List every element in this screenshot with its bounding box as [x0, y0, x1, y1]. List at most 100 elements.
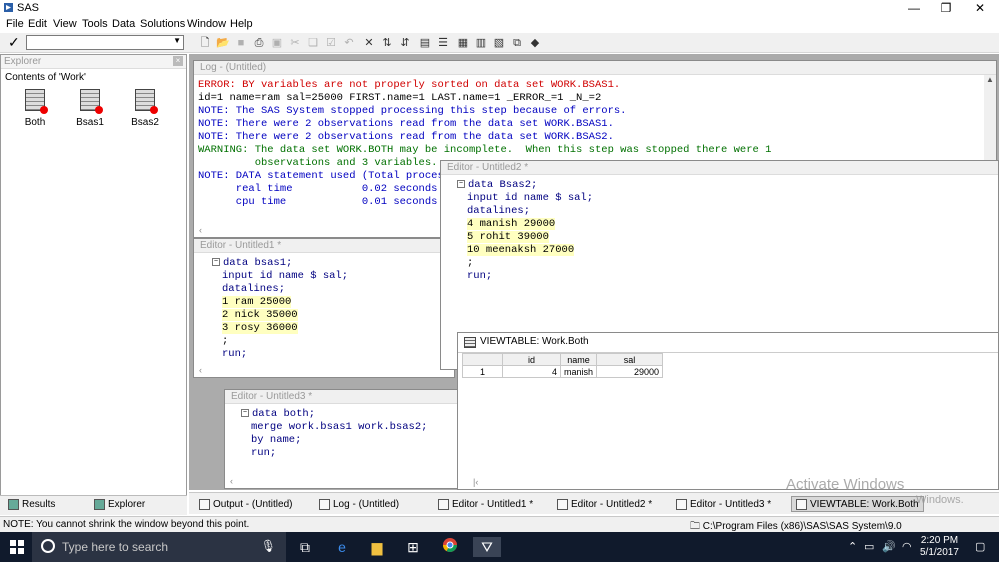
sas-app-icon	[4, 3, 13, 12]
tab-results[interactable]: Results	[8, 499, 55, 510]
tile-icon[interactable]: ▦	[455, 35, 471, 51]
code-line: data both;	[252, 408, 316, 420]
network-icon[interactable]: ▭	[864, 540, 874, 553]
viewtable-hscroll[interactable]: |‹	[468, 477, 478, 489]
tab-viewtable[interactable]: VIEWTABLE: Work.Both	[791, 496, 924, 512]
clock[interactable]: 2:20 PM 5/1/2017	[920, 535, 959, 559]
editor3-hscroll[interactable]: ‹	[225, 476, 233, 488]
notifications-icon[interactable]: ▢	[975, 540, 985, 553]
menu-window[interactable]: Window	[187, 18, 226, 30]
viewtable-window[interactable]: VIEWTABLE: Work.Both id name sal 1 4 man…	[457, 332, 999, 490]
cell-id[interactable]: 4	[502, 365, 561, 378]
zoom-icon[interactable]: ⧉	[509, 35, 525, 51]
microphone-icon[interactable]: 🎙	[261, 539, 276, 553]
editor1-code[interactable]: − data bsas1; input id name $ sal; datali…	[194, 253, 454, 361]
list-icon[interactable]: ☰	[435, 35, 451, 51]
properties-icon[interactable]: ▥	[473, 35, 489, 51]
row-number[interactable]: 1	[462, 365, 503, 378]
windows-start-icon[interactable]	[10, 540, 24, 554]
close-icon[interactable]: ×	[173, 56, 183, 66]
sort-descending-icon[interactable]: ⇵	[397, 35, 413, 51]
taskbar-search[interactable]: Type here to search 🎙	[32, 532, 286, 562]
column-header-name[interactable]: name	[559, 353, 598, 366]
copy-icon[interactable]: ❏	[305, 35, 321, 51]
command-box[interactable]: ▼	[26, 35, 184, 50]
log-line: WARNING: The data set WORK.BOTH may be i…	[198, 144, 772, 156]
new-icon[interactable]: 🗋	[197, 35, 213, 51]
undo-icon[interactable]: ↶	[341, 35, 357, 51]
chevron-up-icon[interactable]: ⌃	[848, 540, 857, 553]
save-icon[interactable]: ■	[233, 35, 249, 51]
task-view-icon[interactable]: ⧉	[295, 537, 315, 557]
dataset-label: Bsas2	[131, 117, 159, 128]
cell-sal[interactable]: 29000	[596, 365, 664, 378]
details-icon[interactable]: ▤	[417, 35, 433, 51]
sas-taskbar-icon[interactable]: ⛛	[473, 537, 501, 557]
fold-icon[interactable]: −	[212, 258, 220, 267]
dataset-label: Both	[24, 117, 46, 128]
editor2-code[interactable]: − data Bsas2; input id name $ sal; datali…	[441, 175, 998, 283]
editor3-window[interactable]: Editor - Untitled3 * − data both; merge w…	[224, 389, 462, 489]
restore-icon[interactable]: ❐	[930, 0, 962, 16]
code-line: 2 nick 35000	[222, 309, 298, 321]
minimize-icon[interactable]: —	[898, 0, 930, 16]
dataset-both[interactable]: Both	[15, 89, 55, 128]
tab-editor2[interactable]: Editor - Untitled2 *	[557, 496, 652, 512]
tab-editor1[interactable]: Editor - Untitled1 *	[438, 496, 533, 512]
editor1-window[interactable]: Editor - Untitled1 * − data bsas1; input …	[193, 238, 455, 378]
column-header-sal[interactable]: sal	[596, 353, 664, 366]
menu-data[interactable]: Data	[112, 18, 135, 30]
tab-log[interactable]: Log - (Untitled)	[319, 496, 399, 512]
row-number-header	[462, 353, 503, 366]
column-header-id[interactable]: id	[502, 353, 561, 366]
print-icon[interactable]: ⎙	[251, 35, 267, 51]
code-line: input id name $ sal;	[467, 192, 594, 204]
code-line: input id name $ sal;	[222, 270, 349, 282]
menu-file[interactable]: File	[6, 18, 24, 30]
submit-check-icon[interactable]: ✓	[8, 34, 20, 51]
table-header-row: id name sal	[462, 353, 664, 366]
delete-icon[interactable]: ✕	[361, 35, 377, 51]
edge-icon[interactable]: e	[332, 537, 352, 557]
fold-icon[interactable]: −	[457, 180, 465, 189]
sort-ascending-icon[interactable]: ⇅	[379, 35, 395, 51]
dataset-bsas2[interactable]: Bsas2	[125, 89, 165, 128]
editor1-hscroll[interactable]: ‹	[194, 365, 202, 377]
fold-icon[interactable]: −	[241, 409, 249, 418]
cut-icon[interactable]: ✂	[287, 35, 303, 51]
volume-icon[interactable]: 🔊	[882, 540, 896, 553]
tab-editor3[interactable]: Editor - Untitled3 *	[676, 496, 771, 512]
tab-output[interactable]: Output - (Untitled)	[199, 496, 292, 512]
log-line: NOTE: There were 2 observations read fro…	[198, 131, 614, 143]
menu-edit[interactable]: Edit	[28, 18, 47, 30]
table-row[interactable]: 1 4 manish 29000	[462, 365, 664, 378]
current-folder-path: C:\Program Files (x86)\SAS\SAS System\9.…	[702, 521, 902, 532]
clock-date: 5/1/2017	[920, 547, 959, 558]
chevron-down-icon[interactable]: ▼	[173, 36, 181, 45]
log-line: id=1 name=ram sal=25000 FIRST.name=1 LAS…	[198, 92, 602, 104]
open-icon[interactable]: 📂	[215, 35, 231, 51]
editor3-code[interactable]: − data both; merge work.bsas1 work.bsas2;…	[225, 404, 461, 460]
cell-name[interactable]: manish	[559, 365, 598, 378]
log-hscroll[interactable]: ‹	[194, 225, 202, 237]
help-book-icon[interactable]: ◆	[527, 35, 543, 51]
paste-icon[interactable]: ☑	[323, 35, 339, 51]
editor1-title: Editor - Untitled1 *	[194, 239, 454, 253]
menu-view[interactable]: View	[53, 18, 77, 30]
dataset-icon	[25, 89, 48, 114]
data-table: id name sal 1 4 manish 29000	[462, 353, 664, 378]
dataset-bsas1[interactable]: Bsas1	[70, 89, 110, 128]
cortana-icon	[41, 539, 55, 553]
chrome-icon[interactable]	[440, 537, 460, 557]
tab-explorer[interactable]: Explorer	[94, 499, 145, 510]
windows-taskbar: Type here to search 🎙 ⧉ e ▆ ⊞ ⛛ ⌃ ▭ 🔊 ◠ …	[0, 532, 999, 562]
close-icon[interactable]: ✕	[964, 0, 996, 16]
wifi-icon[interactable]: ◠	[902, 540, 912, 553]
menu-help[interactable]: Help	[230, 18, 253, 30]
print-preview-icon[interactable]: ▣	[269, 35, 285, 51]
menu-solutions[interactable]: Solutions	[140, 18, 185, 30]
grid-icon[interactable]: ▧	[491, 35, 507, 51]
file-explorer-icon[interactable]: ▆	[367, 537, 387, 557]
menu-tools[interactable]: Tools	[82, 18, 108, 30]
store-icon[interactable]: ⊞	[403, 537, 423, 557]
